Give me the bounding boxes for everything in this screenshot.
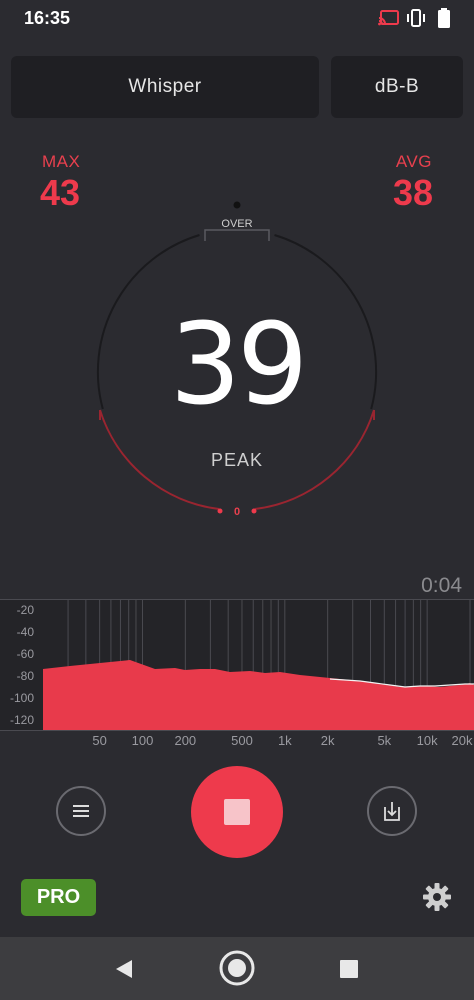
stop-icon (224, 799, 250, 825)
elapsed-timer: 0:04 (421, 574, 462, 597)
status-clock: 16:35 (24, 8, 71, 28)
avg-label: AVG (395, 152, 432, 171)
zero-label: 0 (233, 506, 241, 518)
menu-icon (73, 805, 89, 817)
spectrum-x-tick: 2k (321, 733, 335, 748)
pro-label: PRO (36, 886, 81, 908)
stop-record-button[interactable] (191, 766, 283, 858)
spectrum-x-tick: 20k (452, 733, 473, 748)
peak-label: PEAK (210, 450, 264, 470)
preset-label: Whisper (128, 76, 202, 97)
recents-icon[interactable] (338, 958, 360, 980)
spectrum-x-tick: 50 (92, 733, 106, 748)
system-nav-bar (0, 937, 474, 1000)
over-label: OVER (221, 218, 253, 230)
spectrum-x-tick: 1k (278, 733, 292, 748)
weighting-label: dB-B (374, 76, 420, 97)
over-indicator (233, 201, 241, 209)
vibrate-icon (407, 9, 425, 27)
max-label: MAX (42, 152, 81, 171)
preset-button[interactable]: Whisper (11, 56, 319, 118)
spectrum-x-tick: 500 (231, 733, 253, 748)
export-button[interactable] (367, 786, 417, 836)
spectrum-y-tick: -40 (17, 625, 35, 639)
over-bracket (204, 229, 270, 241)
spectrum-y-tick: -20 (17, 603, 35, 617)
home-icon[interactable] (218, 949, 256, 987)
gear-icon[interactable] (421, 881, 453, 913)
status-bar: 16:35 (0, 0, 474, 40)
menu-button[interactable] (56, 786, 106, 836)
peak-value: 39 (169, 300, 309, 430)
spectrum-y-tick: -120 (10, 713, 34, 727)
spectrum-y-tick: -100 (10, 691, 34, 705)
weighting-button[interactable]: dB-B (331, 56, 463, 118)
cast-icon (378, 10, 399, 26)
spectrum-x-tick: 10k (417, 733, 438, 748)
back-icon[interactable] (112, 957, 136, 981)
spectrum-x-tick: 100 (132, 733, 154, 748)
download-icon (384, 802, 400, 821)
spectrum-y-tick: -60 (17, 647, 35, 661)
pro-badge[interactable]: PRO (21, 879, 96, 916)
spectrum-y-tick: -80 (17, 669, 35, 683)
spectrum-x-tick: 200 (174, 733, 196, 748)
battery-icon (438, 8, 450, 28)
spectrum-x-tick: 5k (377, 733, 391, 748)
frequency-spectrum: -20 -40 -60 -80 -100 -120 50 100 200 500 1k 2k 5k 10… (0, 599, 474, 748)
